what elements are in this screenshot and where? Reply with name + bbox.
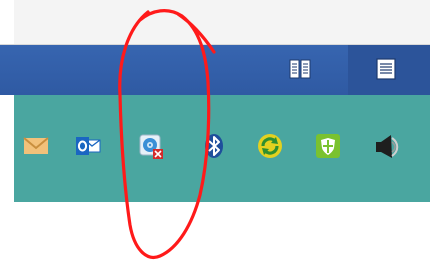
title-bar (0, 45, 430, 95)
left-margin (0, 0, 14, 44)
speaker-icon[interactable] (372, 132, 400, 160)
shield-icon[interactable] (314, 132, 342, 160)
outlook-icon[interactable] (74, 132, 102, 160)
print-layout-icon[interactable] (374, 57, 398, 81)
reading-view-icon[interactable] (288, 57, 312, 81)
bluetooth-icon[interactable] (200, 132, 228, 160)
sync-icon[interactable] (256, 132, 284, 160)
disc-tray-icon[interactable] (137, 132, 165, 160)
tray-left-margin (0, 95, 14, 202)
mail-icon[interactable] (22, 132, 50, 160)
top-strip (0, 0, 430, 45)
